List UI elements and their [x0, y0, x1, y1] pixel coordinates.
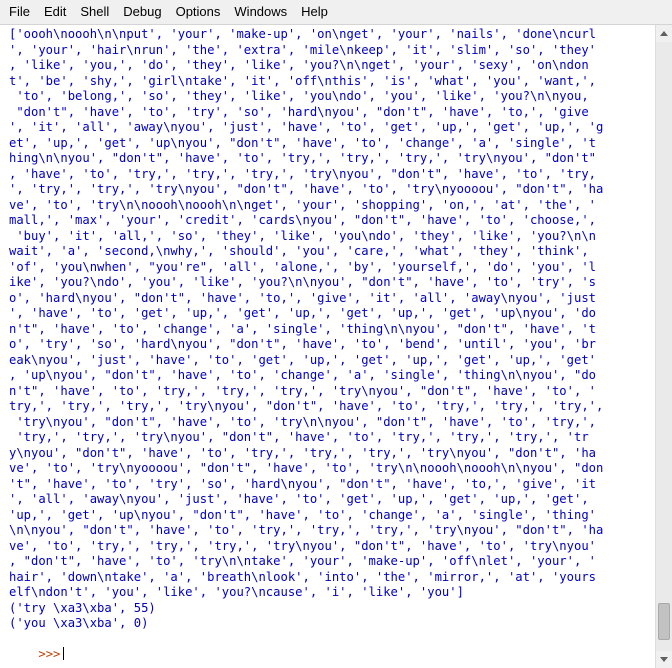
menu-bar: File Edit Shell Debug Options Windows Help: [0, 0, 672, 25]
output-line: wait', 'a', 'second,\nwhy,', 'should', '…: [9, 244, 589, 258]
output-line: 'up,', 'get', 'up\nyou', "don't", 'have'…: [9, 507, 596, 522]
output-line: 'try,', 'try,', 'try\nyou', "don't", 'ha…: [9, 430, 589, 444]
output-line: \n\nyou', "don't", 'have', 'to', 'try,',…: [9, 523, 604, 537]
menu-file[interactable]: File: [0, 0, 37, 24]
output-line: , 'have', 'to', 'try,', 'try,', 'try,', …: [9, 166, 596, 181]
output-line: mall,', 'max', 'your', 'credit', 'cards\…: [9, 213, 596, 227]
prompt-symbol: >>>: [38, 647, 61, 661]
shell-output-text: ['oooh\noooh\n\nput', 'your', 'make-up',…: [0, 25, 655, 632]
menu-edit[interactable]: Edit: [37, 0, 73, 24]
scrollbar-thumb[interactable]: [658, 603, 670, 640]
output-line: n't", 'have', 'to', 'change', 'a', 'sing…: [9, 321, 596, 336]
output-line: elf\ndon't', 'you', 'like', 'you?\ncause…: [9, 585, 464, 599]
output-line: ve', 'to', 'try\n\noooh\noooh\n\nget', '…: [9, 197, 596, 212]
output-line: ('you \xa3\xba', 0): [9, 616, 149, 630]
output-line: ike', 'you?\ndo', 'you', 'like', 'you?\n…: [9, 275, 596, 289]
menu-debug[interactable]: Debug: [116, 0, 168, 24]
menu-shell[interactable]: Shell: [73, 0, 116, 24]
output-line: ('try \xa3\xba', 55): [9, 600, 156, 615]
output-line: ['oooh\noooh\n\nput', 'your', 'make-up',…: [9, 27, 596, 41]
output-line: o', 'hard\nyou', "don't", 'have', 'to,',…: [9, 290, 596, 305]
output-line: 'of', 'you\nwhen', "you're", 'all', 'alo…: [9, 259, 596, 274]
output-line: et', 'up,', 'get', 'up\nyou', "don't", '…: [9, 135, 596, 150]
shell-output-area[interactable]: ['oooh\noooh\n\nput', 'your', 'make-up',…: [0, 25, 655, 668]
output-line: ', 'try,', 'try,', 'try\nyou', "don't", …: [9, 182, 604, 196]
output-line: hing\n\nyou', "don't", 'have', 'to', 'tr…: [9, 151, 596, 165]
output-line: , 'like', 'you,', 'do', 'they', 'like', …: [9, 58, 589, 72]
scroll-up-button[interactable]: [656, 25, 672, 42]
output-line: "don't", 'have', 'to', 'try', 'so', 'har…: [9, 104, 589, 119]
output-line: hair', 'down\ntake', 'a', 'breath\nlook'…: [9, 569, 596, 584]
output-line: 'try\nyou', "don't", 'have', 'to', 'try\…: [9, 414, 596, 429]
output-line: 't", 'have', 'to', 'try', 'so', 'hard\ny…: [9, 476, 596, 491]
output-line: ve', 'to', 'try\nyoooou', "don't", 'have…: [9, 461, 604, 475]
output-line: ', 'all', 'away\nyou', 'just', 'have', '…: [9, 492, 589, 506]
text-cursor: [63, 647, 65, 660]
menu-windows[interactable]: Windows: [227, 0, 294, 24]
output-line: ve', 'to', 'try,', 'try,', 'try,', 'try\…: [9, 538, 596, 553]
output-line: ', 'your', 'hair\nrun', 'the', 'extra', …: [9, 42, 596, 57]
menu-options[interactable]: Options: [169, 0, 228, 24]
output-line: try,', 'try,', 'try,', 'try\nyou', "don'…: [9, 399, 604, 413]
prompt-line[interactable]: >>>: [0, 632, 655, 668]
output-line: eak\nyou', 'just', 'have', 'to', 'get', …: [9, 352, 596, 367]
output-line: o', 'try', 'so', 'hard\nyou', "don't", '…: [9, 337, 596, 351]
scroll-down-button[interactable]: [656, 651, 672, 668]
output-line: , 'up\nyou', "don't", 'have', 'to', 'cha…: [9, 368, 596, 382]
output-line: 'buy', 'it', 'all,', 'so', 'they', 'like…: [9, 228, 596, 243]
output-line: , "don't", 'have', 'to', 'try\n\ntake', …: [9, 554, 596, 568]
output-line: ', 'it', 'all', 'away\nyou', 'just', 'ha…: [9, 120, 604, 134]
vertical-scrollbar[interactable]: [655, 25, 672, 668]
output-line: t', 'be', 'shy,', 'girl\ntake', 'it', 'o…: [9, 73, 596, 88]
menu-help[interactable]: Help: [294, 0, 335, 24]
output-line: y\nyou', "don't", 'have', 'to', 'try,', …: [9, 445, 596, 460]
output-line: n't", 'have', 'to', 'try,', 'try,', 'try…: [9, 383, 596, 398]
arrow-up-icon: [660, 31, 668, 36]
output-line: ', 'have', 'to', 'get', 'up,', 'get', 'u…: [9, 306, 596, 320]
output-line: 'to', 'belong,', 'so', 'they', 'like', '…: [9, 89, 589, 103]
arrow-down-icon: [660, 657, 668, 662]
